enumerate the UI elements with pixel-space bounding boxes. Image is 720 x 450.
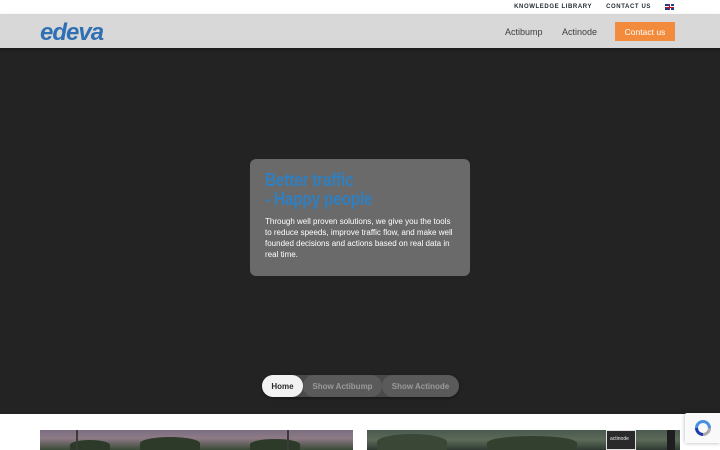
nav-link-actibump[interactable]: Actibump <box>505 27 543 37</box>
hero-title-line1: Better traffic <box>265 170 354 190</box>
tab-home[interactable]: Home <box>262 375 303 397</box>
svg-text:edeva: edeva <box>40 21 104 43</box>
knowledge-library-link[interactable]: KNOWLEDGE LIBRARY <box>514 4 592 10</box>
tree-silhouette <box>377 434 447 450</box>
recaptcha-icon <box>694 420 711 436</box>
actinode-device-label: actinode <box>610 436 629 442</box>
edeva-logo-icon: edeva <box>40 19 105 46</box>
nav-link-actinode[interactable]: Actinode <box>562 27 597 37</box>
recaptcha-badge[interactable] <box>685 413 720 443</box>
hero-description: Through well proven solutions, we give y… <box>265 217 453 259</box>
hero-section: Better traffic - Happy people Through we… <box>0 48 720 414</box>
tab-show-actibump[interactable]: Show Actibump <box>303 375 382 397</box>
tree-silhouette <box>487 436 577 450</box>
hero-title-line2: - Happy people <box>265 189 373 209</box>
uk-flag-icon[interactable] <box>665 4 674 10</box>
edeva-logo[interactable]: edeva <box>40 19 138 46</box>
tab-show-actinode[interactable]: Show Actinode <box>382 375 459 397</box>
main-navbar: edeva Actibump Actinode Contact us <box>0 14 720 48</box>
street-pole <box>287 430 289 450</box>
camera-pole <box>667 430 675 450</box>
hero-tab-switcher: Home Show Actibump Show Actinode <box>262 375 459 397</box>
contact-us-link[interactable]: CONTACT US <box>606 4 651 10</box>
street-pole <box>76 430 78 450</box>
actinode-thumbnail[interactable]: actinode <box>367 430 680 450</box>
hero-card: Better traffic - Happy people Through we… <box>250 159 470 276</box>
tree-silhouette <box>140 437 200 450</box>
contact-us-button[interactable]: Contact us <box>615 22 675 41</box>
top-utility-bar: KNOWLEDGE LIBRARY CONTACT US <box>0 0 720 14</box>
tree-silhouette <box>250 439 300 450</box>
actibump-thumbnail[interactable] <box>40 430 353 450</box>
